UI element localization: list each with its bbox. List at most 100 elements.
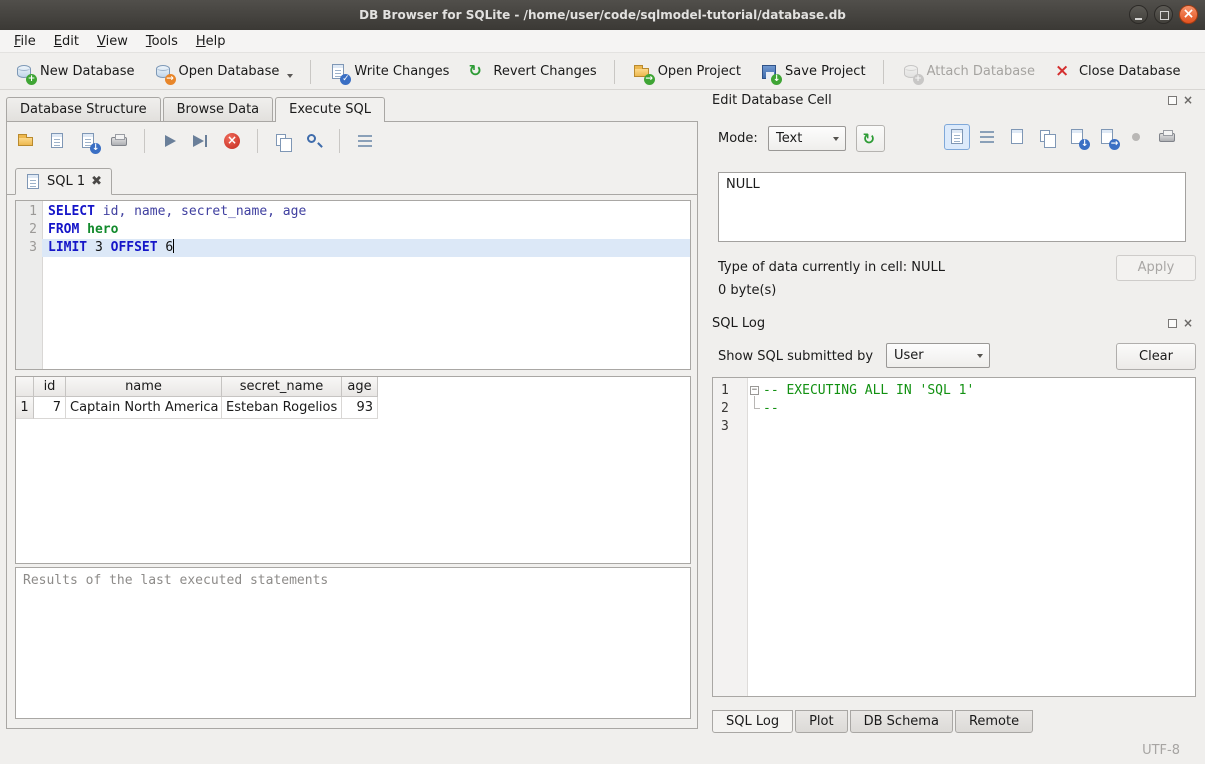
dock-close-icon[interactable] bbox=[1183, 95, 1193, 105]
text-mode-icon bbox=[947, 127, 967, 147]
apply-data-button[interactable] bbox=[856, 125, 885, 152]
open-project-icon: → bbox=[632, 62, 652, 82]
sql-tab-bar: SQL 1 bbox=[7, 168, 697, 195]
close-database-button[interactable]: Close Database bbox=[1045, 58, 1189, 86]
set-null-button[interactable] bbox=[1124, 124, 1150, 150]
encoding-indicator[interactable]: UTF-8 bbox=[1142, 743, 1180, 758]
dock-close-icon[interactable] bbox=[1183, 318, 1193, 328]
line-number: 3 bbox=[713, 418, 747, 436]
table-row[interactable]: 1 7 Captain North America Esteban Rogeli… bbox=[16, 397, 690, 419]
open-database-button[interactable]: → Open Database bbox=[145, 58, 302, 86]
write-changes-button[interactable]: ✓ Write Changes bbox=[320, 58, 457, 86]
stop-icon bbox=[222, 131, 242, 151]
clear-log-button[interactable]: Clear bbox=[1116, 343, 1196, 370]
write-changes-icon: ✓ bbox=[328, 62, 348, 82]
stop-execution-button[interactable] bbox=[219, 128, 245, 154]
mode-select[interactable]: Text bbox=[768, 126, 846, 151]
column-header-secret-name[interactable]: secret_name bbox=[222, 377, 342, 397]
text-mode-button[interactable] bbox=[944, 124, 970, 150]
tab-sql-log[interactable]: SQL Log bbox=[712, 710, 793, 733]
tab-execute-sql[interactable]: Execute SQL bbox=[275, 97, 385, 122]
save-sql-as-button[interactable]: ↓ bbox=[75, 128, 101, 154]
open-sql-file-button[interactable] bbox=[13, 128, 39, 154]
row-header-cell[interactable]: 1 bbox=[16, 397, 34, 419]
sql-code-editor[interactable]: 1 SELECT id, name, secret_name, age 2 FR… bbox=[15, 200, 691, 370]
fold-marker-icon[interactable] bbox=[750, 386, 759, 395]
close-database-label: Close Database bbox=[1079, 64, 1181, 79]
fold-column bbox=[747, 400, 763, 418]
sql-log-dock-title: SQL Log bbox=[712, 316, 765, 331]
dock-float-icon[interactable] bbox=[1168, 319, 1177, 328]
cell-secret-name[interactable]: Esteban Rogelios bbox=[222, 397, 342, 419]
results-message-box: Results of the last executed statements bbox=[15, 567, 691, 719]
menu-edit[interactable]: Edit bbox=[45, 32, 88, 51]
dock-float-icon[interactable] bbox=[1168, 96, 1177, 105]
new-database-icon: + bbox=[14, 62, 34, 82]
results-grid[interactable]: id name secret_name age 1 7 Captain Nort… bbox=[15, 376, 691, 564]
maximize-icon[interactable] bbox=[1154, 5, 1173, 24]
sql-log-view[interactable]: 1 -- EXECUTING ALL IN 'SQL 1' 2 -- 3 bbox=[712, 377, 1196, 697]
tab-database-structure[interactable]: Database Structure bbox=[6, 97, 161, 121]
mode-value: Text bbox=[776, 131, 802, 146]
sql-editor-toolbar: ↓ bbox=[13, 128, 378, 154]
execute-all-button[interactable] bbox=[157, 128, 183, 154]
toolbar-separator bbox=[144, 129, 145, 153]
new-database-button[interactable]: + New Database bbox=[6, 58, 143, 86]
export-results-button[interactable] bbox=[270, 128, 296, 154]
menu-view[interactable]: View bbox=[88, 32, 137, 51]
attach-database-button: + Attach Database bbox=[893, 58, 1043, 86]
auto-format-button[interactable] bbox=[352, 128, 378, 154]
menu-file[interactable]: File bbox=[5, 32, 45, 51]
execute-line-button[interactable] bbox=[188, 128, 214, 154]
sql-number: 3 bbox=[87, 240, 110, 255]
save-sql-file-button[interactable] bbox=[44, 128, 70, 154]
open-in-editor-button[interactable] bbox=[1004, 124, 1030, 150]
toolbar-separator bbox=[310, 60, 311, 84]
attach-database-label: Attach Database bbox=[927, 64, 1035, 79]
import-cell-button[interactable]: ↓ bbox=[1064, 124, 1090, 150]
log-comment: -- EXECUTING ALL IN 'SQL 1' bbox=[763, 382, 974, 400]
tab-browse-data[interactable]: Browse Data bbox=[163, 97, 274, 121]
copy-cell-button[interactable] bbox=[1034, 124, 1060, 150]
print-sql-button[interactable] bbox=[106, 128, 132, 154]
text-cursor bbox=[173, 239, 174, 253]
sql-tab[interactable]: SQL 1 bbox=[15, 168, 112, 195]
sql-keyword: OFFSET bbox=[111, 240, 158, 255]
open-database-dropdown-icon[interactable] bbox=[287, 74, 293, 78]
format-lines-icon bbox=[355, 131, 375, 151]
sql-keyword: LIMIT bbox=[48, 240, 87, 255]
corner-header-cell[interactable] bbox=[16, 377, 34, 397]
tab-plot[interactable]: Plot bbox=[795, 710, 848, 733]
menu-tools[interactable]: Tools bbox=[137, 32, 187, 51]
open-project-button[interactable]: → Open Project bbox=[624, 58, 749, 86]
cell-name[interactable]: Captain North America bbox=[66, 397, 222, 419]
cell-editor-textarea[interactable]: NULL bbox=[718, 172, 1186, 242]
import-data-icon bbox=[861, 129, 881, 149]
sql-tab-close-icon[interactable] bbox=[91, 175, 102, 188]
tab-db-schema[interactable]: DB Schema bbox=[850, 710, 953, 733]
minimize-icon[interactable] bbox=[1129, 5, 1148, 24]
save-sql-as-icon: ↓ bbox=[78, 131, 98, 151]
tab-remote[interactable]: Remote bbox=[955, 710, 1033, 733]
column-header-name[interactable]: name bbox=[66, 377, 222, 397]
sql-identifiers: id, name, secret_name, age bbox=[95, 204, 306, 219]
log-line: 3 bbox=[713, 418, 1195, 436]
sql-file-icon bbox=[25, 174, 41, 190]
revert-changes-button[interactable]: Revert Changes bbox=[459, 58, 604, 86]
cell-id[interactable]: 7 bbox=[34, 397, 66, 419]
column-header-id[interactable]: id bbox=[34, 377, 66, 397]
print-cell-button[interactable] bbox=[1154, 124, 1180, 150]
cell-age[interactable]: 93 bbox=[342, 397, 378, 419]
menu-help[interactable]: Help bbox=[187, 32, 235, 51]
close-icon[interactable] bbox=[1179, 5, 1198, 24]
log-filter-select[interactable]: User bbox=[886, 343, 990, 368]
save-project-button[interactable]: ↓ Save Project bbox=[751, 58, 874, 86]
word-wrap-button[interactable] bbox=[974, 124, 1000, 150]
column-header-age[interactable]: age bbox=[342, 377, 378, 397]
toolbar-separator bbox=[614, 60, 615, 84]
code-line: 1 SELECT id, name, secret_name, age bbox=[16, 203, 690, 221]
export-cell-button[interactable]: → bbox=[1094, 124, 1120, 150]
sql-table-name: hero bbox=[79, 222, 118, 237]
line-number: 2 bbox=[713, 400, 747, 418]
find-replace-button[interactable] bbox=[301, 128, 327, 154]
